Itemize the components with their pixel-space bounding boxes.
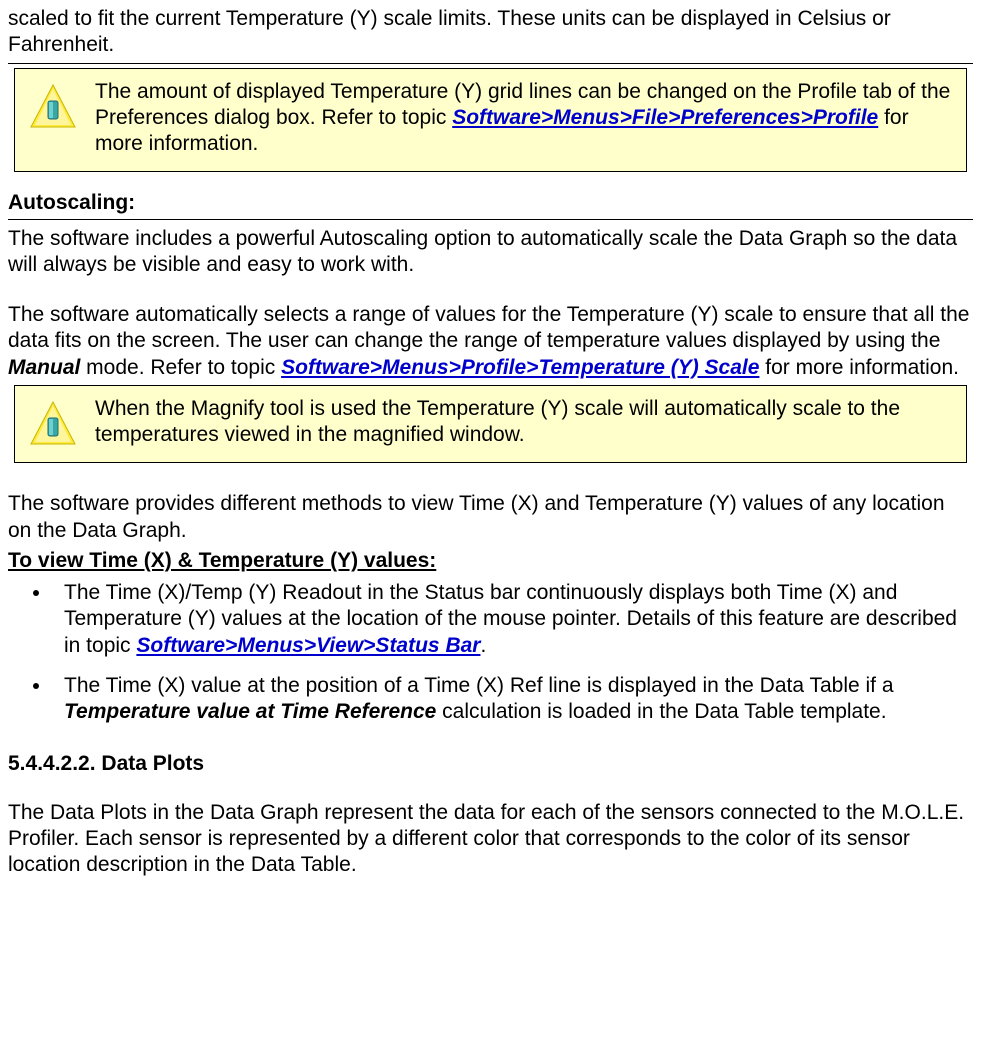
tip-icon bbox=[29, 83, 77, 131]
tip-icon bbox=[29, 400, 77, 448]
intro-paragraph: scaled to fit the current Temperature (Y… bbox=[8, 6, 973, 59]
dataplots-p1: The Data Plots in the Data Graph represe… bbox=[8, 800, 973, 879]
list-item: The Time (X) value at the position of a … bbox=[52, 673, 973, 726]
link-preferences-profile[interactable]: Software>Menus>File>Preferences>Profile bbox=[452, 106, 878, 129]
divider bbox=[8, 63, 973, 64]
link-status-bar[interactable]: Software>Menus>View>Status Bar bbox=[136, 634, 480, 657]
bullet2-post: calculation is loaded in the Data Table … bbox=[436, 700, 886, 723]
note-box-gridlines: The amount of displayed Temperature (Y) … bbox=[14, 68, 967, 173]
note2-text: When the Magnify tool is used the Temper… bbox=[95, 397, 900, 446]
heading-view-values: To view Time (X) & Temperature (Y) value… bbox=[8, 548, 973, 574]
bullet1-post: . bbox=[480, 634, 486, 657]
autoscaling-p2-bold: Manual bbox=[8, 356, 80, 379]
note-text: When the Magnify tool is used the Temper… bbox=[95, 396, 952, 449]
note-box-magnify: When the Magnify tool is used the Temper… bbox=[14, 385, 967, 464]
view-intro: The software provides different methods … bbox=[8, 491, 973, 544]
autoscaling-p2-pre: The software automatically selects a ran… bbox=[8, 303, 969, 352]
autoscaling-p2: The software automatically selects a ran… bbox=[8, 302, 973, 381]
heading-autoscaling: Autoscaling: bbox=[8, 190, 973, 219]
autoscaling-p2-post: for more information. bbox=[759, 356, 959, 379]
note-text: The amount of displayed Temperature (Y) … bbox=[95, 79, 952, 158]
autoscaling-p2-mid: mode. Refer to topic bbox=[80, 356, 281, 379]
autoscaling-p1: The software includes a powerful Autosca… bbox=[8, 226, 973, 279]
bullet2-pre: The Time (X) value at the position of a … bbox=[64, 674, 894, 697]
link-temperature-y-scale[interactable]: Software>Menus>Profile>Temperature (Y) S… bbox=[281, 356, 759, 379]
list-item: The Time (X)/Temp (Y) Readout in the Sta… bbox=[52, 580, 973, 659]
bullet2-bold: Temperature value at Time Reference bbox=[64, 700, 436, 723]
view-values-list: The Time (X)/Temp (Y) Readout in the Sta… bbox=[8, 580, 973, 725]
heading-data-plots: 5.4.4.2.2. Data Plots bbox=[8, 751, 973, 777]
